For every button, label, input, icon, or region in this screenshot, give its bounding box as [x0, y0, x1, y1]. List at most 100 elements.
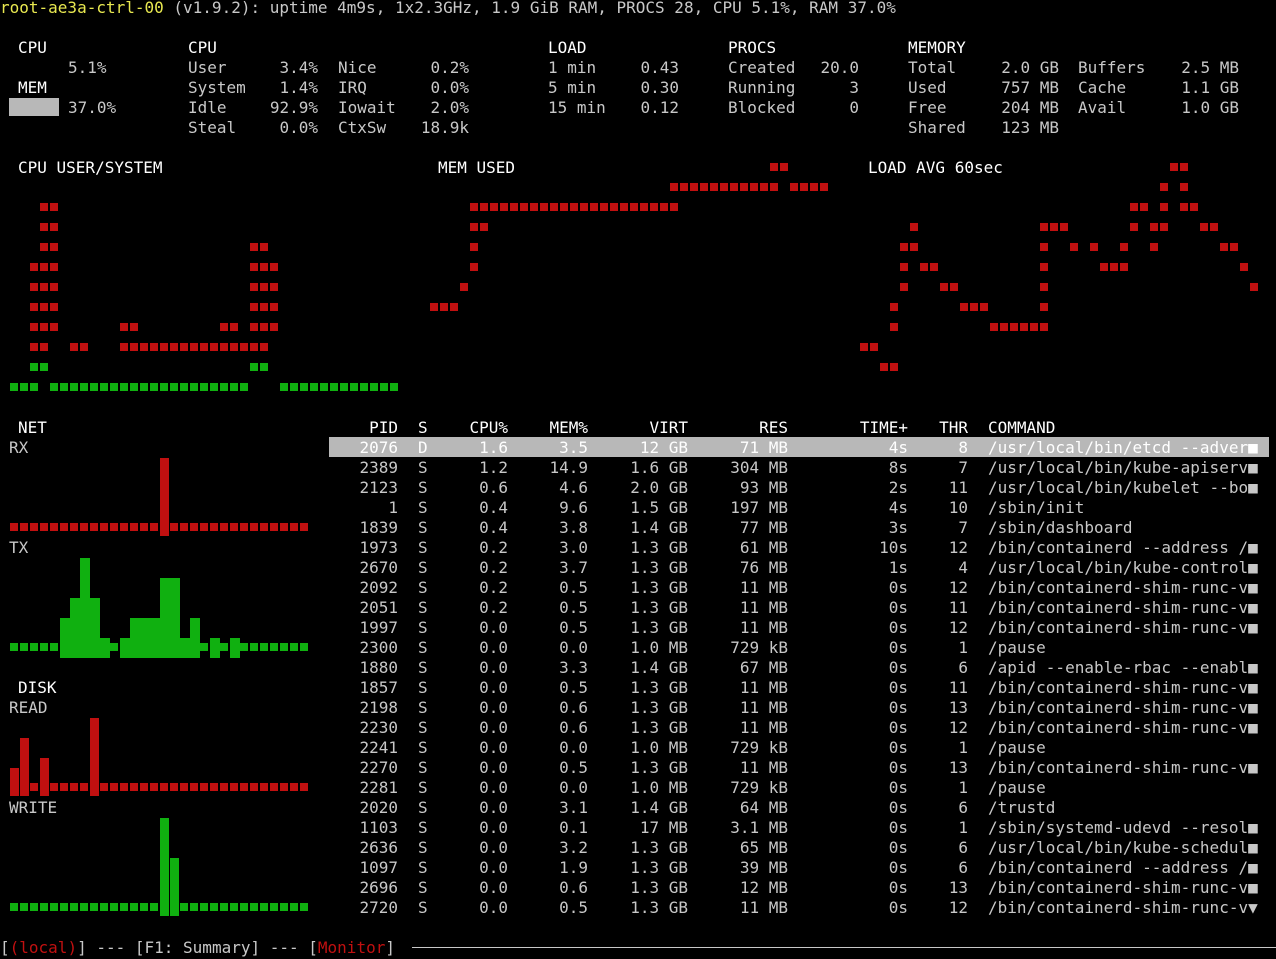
mem-used-mark [510, 203, 518, 211]
disk-write-mark [110, 903, 118, 911]
header-mem: MEM% [549, 418, 588, 437]
cell-command: /sbin/dashboard [988, 518, 1133, 537]
net-tx-mark [40, 643, 48, 651]
cpu-system-mark [50, 243, 58, 251]
disk-write-mark [50, 903, 58, 911]
disk-write-mark [290, 903, 298, 911]
cell-mem: 3.0 [559, 538, 588, 557]
load-avg-mark [1090, 243, 1098, 251]
cell-thr: 7 [958, 458, 968, 477]
cell-pid: 2241 [359, 738, 398, 757]
cpu-system-mark [40, 303, 48, 311]
cpu-user-mark [260, 363, 268, 371]
cell-virt: 1.3 GB [630, 698, 688, 717]
cell-res: 76 MB [739, 558, 788, 577]
load-avg-mark [1160, 183, 1168, 191]
cpu-system-mark [270, 323, 278, 331]
cpu-user-mark [50, 383, 58, 391]
load-avg-mark [1040, 263, 1048, 271]
disk-write-mark [40, 903, 48, 911]
cell-command: /bin/containerd-shim-runc-v■ [988, 718, 1258, 737]
cpu-system-mark [80, 343, 88, 351]
disk-read-mark [230, 783, 238, 791]
load-avg-mark [870, 343, 878, 351]
cpu-user-mark [170, 383, 178, 391]
disk-read-mark [50, 783, 58, 791]
load-avg-mark [920, 263, 928, 271]
disk-write-mark [20, 903, 28, 911]
header-thr: THR [939, 418, 968, 437]
disk-write-mark [100, 903, 108, 911]
cell-virt: 1.4 GB [630, 798, 688, 817]
net-rx-mark [240, 523, 248, 531]
load-avg-mark [910, 223, 918, 231]
mem-used-mark [500, 203, 508, 211]
cell-res: 77 MB [739, 518, 788, 537]
cpu-system-mark [140, 343, 148, 351]
load-avg-mark [1200, 223, 1208, 231]
cell-command: /bin/containerd-shim-runc-v■ [988, 578, 1258, 597]
mem-used-mark [470, 263, 478, 271]
cell-res: 197 MB [730, 498, 788, 517]
cpu-user-mark [310, 383, 318, 391]
net-rx-mark [90, 523, 98, 531]
load-avg-mark [1150, 243, 1158, 251]
load-avg-mark [1180, 183, 1188, 191]
cpu-system-mark [260, 343, 268, 351]
disk-write-mark [210, 903, 218, 911]
cell-pid: 2636 [359, 838, 398, 857]
net-tx-mark [280, 643, 288, 651]
net-tx-bar [170, 578, 180, 658]
cpu-system-mark [270, 263, 278, 271]
disk-read-mark [160, 783, 168, 791]
footer-local[interactable]: (local) [10, 938, 77, 957]
load-avg-mark [1130, 203, 1138, 211]
cell-thr: 6 [958, 798, 968, 817]
disk-read-mark [60, 783, 68, 791]
cell-thr: 13 [948, 698, 968, 717]
cpu-system-mark [260, 323, 268, 331]
cell-mem: 0.6 [559, 878, 588, 897]
net-rx-mark [30, 523, 38, 531]
load-avg-mark [1000, 323, 1008, 331]
net-rx-mark [70, 523, 78, 531]
mem-used-mark [710, 183, 718, 191]
footer-monitor[interactable]: Monitor [318, 938, 385, 957]
cell-command: /bin/containerd --address /■ [988, 858, 1258, 877]
mem-used-mark [610, 203, 618, 211]
cpu-system-mark [40, 223, 48, 231]
disk-write-mark [200, 903, 208, 911]
cpu-user-mark [30, 363, 38, 371]
disk-read-mark [220, 783, 228, 791]
cell-res: 11 MB [739, 578, 788, 597]
disk-write-mark [30, 903, 38, 911]
net-rx-mark [260, 523, 268, 531]
header-pid: PID [369, 418, 398, 437]
cell-pid: 2281 [359, 778, 398, 797]
net-tx-bar [80, 558, 90, 658]
cpu-user-mark [250, 363, 258, 371]
mem-used-mark [700, 183, 708, 191]
cell-pid: 2076 [359, 438, 398, 457]
net-rx-mark [270, 523, 278, 531]
disk-read-mark [280, 783, 288, 791]
cell-virt: 1.0 MB [630, 738, 688, 757]
net-tx-bar [190, 618, 200, 658]
cpu-system-mark [30, 323, 38, 331]
cell-pid: 2389 [359, 458, 398, 477]
load-avg-mark [1110, 263, 1118, 271]
disk-read-mark [190, 783, 198, 791]
cell-virt: 1.6 GB [630, 458, 688, 477]
cpu-system-mark [120, 323, 128, 331]
cpu-system-mark [230, 323, 238, 331]
load-avg-mark [1040, 223, 1048, 231]
cell-mem: 0.1 [559, 818, 588, 837]
cpu-system-mark [50, 203, 58, 211]
cell-pid: 2696 [359, 878, 398, 897]
load-avg-mark [1120, 243, 1128, 251]
net-tx-mark [270, 643, 278, 651]
mem-used-mark [750, 183, 758, 191]
cell-command: /bin/containerd --address /■ [988, 538, 1258, 557]
load-avg-mark [1010, 323, 1018, 331]
cell-thr: 1 [958, 638, 968, 657]
